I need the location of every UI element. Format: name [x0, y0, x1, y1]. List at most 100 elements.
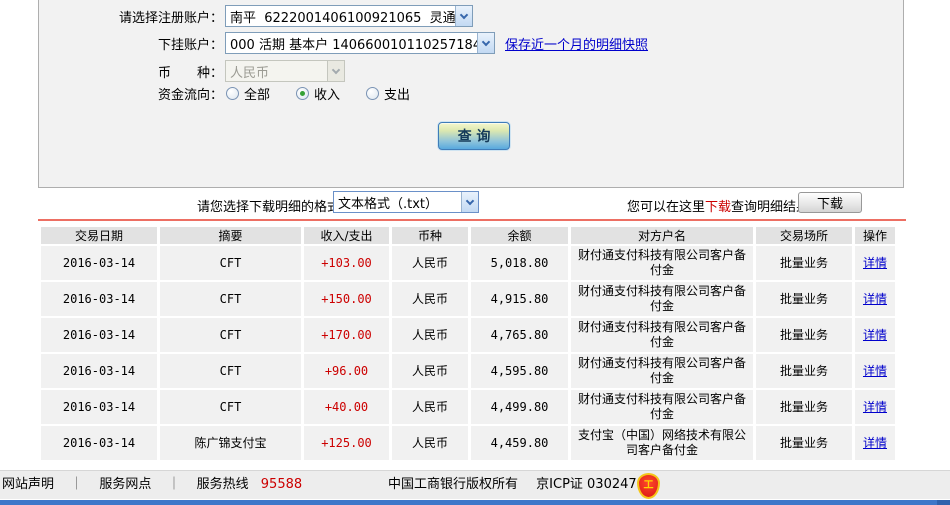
cell-venue: 批量业务 [756, 426, 852, 460]
chevron-down-icon [477, 33, 494, 53]
cell-summary: 陈广锦支付宝 [160, 426, 301, 460]
column-header-currency: 币种 [392, 227, 468, 244]
cell-action: 详情 [855, 354, 895, 388]
cell-date: 2016-03-14 [41, 426, 157, 460]
chevron-down-icon [327, 61, 344, 81]
detail-link[interactable]: 详情 [863, 400, 887, 414]
cell-amount: +150.00 [304, 282, 389, 316]
column-header-counterparty: 对方户名 [571, 227, 753, 244]
cell-counterparty: 财付通支付科技有限公司客户备付金 [571, 318, 753, 352]
footer-links: 网站声明 ｜ 服务网点 ｜ 服务热线 95588 [0, 471, 302, 499]
cell-summary: CFT [160, 390, 301, 424]
transactions-table: 交易日期 摘要 收入/支出 币种 余额 对方户名 交易场所 操作 2016-03-14 CFT +… [38, 225, 898, 462]
icbc-shield-badge-icon: 工 [637, 473, 660, 499]
cell-balance: 4,459.80 [471, 426, 568, 460]
cell-date: 2016-03-14 [41, 282, 157, 316]
flow-option-label: 收入 [314, 87, 341, 103]
query-button[interactable]: 查 询 [438, 122, 510, 150]
badge-glyph: 工 [643, 480, 654, 491]
cell-counterparty: 财付通支付科技有限公司客户备付金 [571, 354, 753, 388]
transactions-body: 2016-03-14 CFT +103.00 人民币 5,018.80 财付通支付科技有限… [41, 246, 895, 460]
currency-value: 人民币 [230, 65, 270, 81]
detail-link[interactable]: 详情 [863, 328, 887, 342]
detail-link[interactable]: 详情 [863, 256, 887, 270]
column-header-balance: 余额 [471, 227, 568, 244]
detail-link[interactable]: 详情 [863, 436, 887, 450]
chevron-down-icon [455, 6, 472, 26]
cell-amount: +170.00 [304, 318, 389, 352]
cell-venue: 批量业务 [756, 390, 852, 424]
cell-balance: 5,018.80 [471, 246, 568, 280]
column-header-amount: 收入/支出 [304, 227, 389, 244]
cell-venue: 批量业务 [756, 318, 852, 352]
transaction-query-page: 请选择注册账户： 南平 6222001406100921065 灵通卡 下挂账户… [0, 0, 950, 505]
column-header-summary: 摘要 [160, 227, 301, 244]
cell-counterparty: 财付通支付科技有限公司客户备付金 [571, 390, 753, 424]
flow-option-label: 支出 [384, 87, 411, 103]
download-hint-prefix: 您可以在这里 [627, 200, 706, 215]
register-account-row: 请选择注册账户： 南平 6222001406100921065 灵通卡 [39, 5, 473, 27]
sub-account-label: 下挂账户： [157, 37, 223, 53]
currency-select: 人民币 [225, 60, 345, 82]
download-format-select[interactable]: 文本格式（.txt） [333, 191, 479, 213]
flow-row: 资金流向： 全部 收入 支出 [39, 82, 436, 104]
download-inline-link[interactable]: 下载 [705, 200, 731, 215]
cell-action: 详情 [855, 390, 895, 424]
table-row: 2016-03-14 CFT +103.00 人民币 5,018.80 财付通支付科技有限… [41, 246, 895, 280]
footer-separator: ｜ [70, 477, 84, 492]
flow-option-label: 全部 [244, 87, 271, 103]
cell-currency: 人民币 [392, 354, 468, 388]
radio-icon [366, 86, 380, 100]
cell-balance: 4,765.80 [471, 318, 568, 352]
footer-link-statement[interactable]: 网站声明 [2, 477, 54, 492]
save-snapshot-link[interactable]: 保存近一个月的明细快照 [505, 34, 648, 53]
download-hint: 您可以在这里下载查询明细结果 [627, 196, 809, 215]
copyright-text: 中国工商银行版权所有 [388, 477, 519, 492]
bottom-bar [0, 500, 950, 505]
chevron-down-icon [461, 192, 478, 212]
cell-venue: 批量业务 [756, 354, 852, 388]
query-form-panel: 请选择注册账户： 南平 6222001406100921065 灵通卡 下挂账户… [38, 0, 904, 188]
cell-venue: 批量业务 [756, 246, 852, 280]
cell-summary: CFT [160, 282, 301, 316]
cell-currency: 人民币 [392, 390, 468, 424]
cell-currency: 人民币 [392, 246, 468, 280]
column-header-venue: 交易场所 [756, 227, 852, 244]
flow-option-0[interactable]: 全部 [226, 84, 270, 103]
footer-link-branches[interactable]: 服务网点 [99, 477, 151, 492]
cell-amount: +125.00 [304, 426, 389, 460]
currency-row: 币 种： 人民币 [39, 60, 345, 82]
currency-label: 币 种： [157, 65, 223, 81]
cell-counterparty: 支付宝（中国）网络技术有限公司客户备付金 [571, 426, 753, 460]
cell-action: 详情 [855, 282, 895, 316]
icp-text: 京ICP证 030247号 [536, 477, 650, 492]
flow-option-2[interactable]: 支出 [366, 84, 410, 103]
cell-date: 2016-03-14 [41, 246, 157, 280]
detail-link[interactable]: 详情 [863, 292, 887, 306]
cell-counterparty: 财付通支付科技有限公司客户备付金 [571, 246, 753, 280]
table-row: 2016-03-14 CFT +40.00 人民币 4,499.80 财付通支付科技有限公… [41, 390, 895, 424]
flow-label: 资金流向： [157, 87, 223, 103]
register-account-value: 南平 6222001406100921065 灵通卡 [230, 10, 455, 26]
sub-account-value: 000 活期 基本户 1406600101102571848 [230, 37, 477, 53]
download-button[interactable]: 下载 [798, 192, 862, 213]
register-account-label: 请选择注册账户： [118, 10, 223, 26]
cell-amount: +103.00 [304, 246, 389, 280]
sub-account-select[interactable]: 000 活期 基本户 1406600101102571848 [225, 32, 495, 54]
table-row: 2016-03-14 CFT +96.00 人民币 4,595.80 财付通支付科技有限公… [41, 354, 895, 388]
download-format-label: 请您选择下载明细的格式 [197, 200, 341, 215]
flow-option-1[interactable]: 收入 [296, 84, 340, 103]
copyright-block: 中国工商银行版权所有 京ICP证 030247号 [388, 471, 650, 499]
register-account-select[interactable]: 南平 6222001406100921065 灵通卡 [225, 5, 473, 27]
cell-summary: CFT [160, 318, 301, 352]
cell-action: 详情 [855, 246, 895, 280]
cell-summary: CFT [160, 354, 301, 388]
cell-date: 2016-03-14 [41, 354, 157, 388]
cell-action: 详情 [855, 426, 895, 460]
cell-currency: 人民币 [392, 318, 468, 352]
detail-link[interactable]: 详情 [863, 364, 887, 378]
table-row: 2016-03-14 CFT +170.00 人民币 4,765.80 财付通支付科技有限… [41, 318, 895, 352]
cell-balance: 4,595.80 [471, 354, 568, 388]
table-row: 2016-03-14 CFT +150.00 人民币 4,915.80 财付通支付科技有限… [41, 282, 895, 316]
radio-checked-icon [296, 86, 310, 100]
